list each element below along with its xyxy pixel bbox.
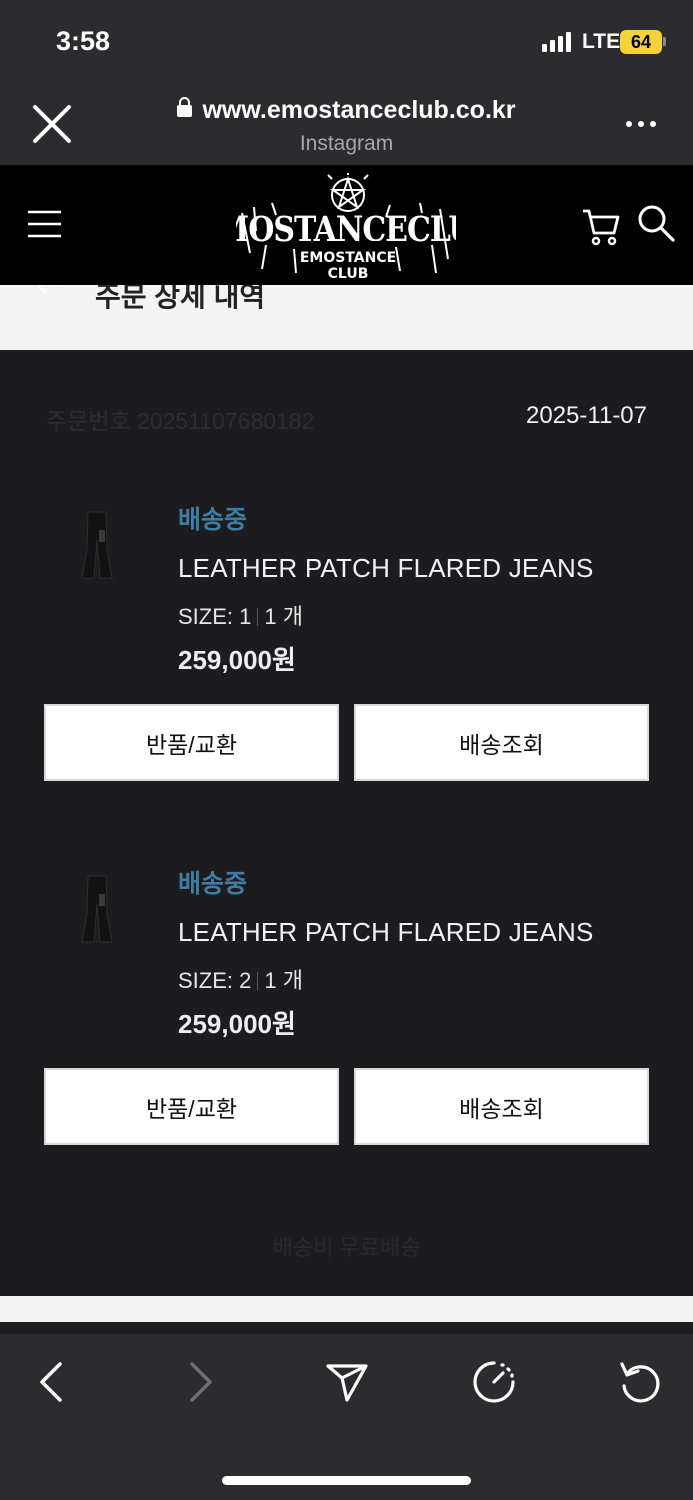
delivery-status: 배송중 [178,506,248,534]
shipping-fee-note: 배송비 무료배송 [272,1235,421,1260]
brand-logo[interactable]: EMOSTANCECLUB EMOSTANCE CLUB [236,173,456,281]
search-icon[interactable] [636,203,676,243]
section-divider [0,1296,693,1322]
product-qty: 1 개 [264,604,303,629]
url-text: www.emostanceclub.co.kr [202,96,516,124]
status-bar: 3:58 LTE 64 [0,0,693,86]
order-item: 배송중 LEATHER PATCH FLARED JEANS SIZE: 1 1 … [0,350,693,781]
back-arrow-icon[interactable] [34,285,66,305]
product-name[interactable]: LEATHER PATCH FLARED JEANS [178,917,594,948]
return-exchange-button[interactable]: 반품/교환 [44,1068,339,1145]
reload-icon[interactable] [618,1360,662,1404]
product-size: SIZE: 2 [178,968,252,993]
site-header: EMOSTANCECLUB EMOSTANCE CLUB [0,165,693,285]
product-name[interactable]: LEATHER PATCH FLARED JEANS [178,553,594,584]
cart-icon[interactable] [580,205,622,247]
lock-icon [177,97,193,117]
menu-icon[interactable] [27,209,62,239]
product-price: 259,000원 [178,645,296,675]
product-price: 259,000원 [178,1009,296,1039]
delivery-status: 배송중 [178,870,248,898]
divider [257,608,259,626]
home-indicator[interactable] [222,1476,471,1485]
more-icon[interactable] [625,120,657,128]
product-options: SIZE: 2 1 개 [178,963,303,995]
order-item: 배송중 LEATHER PATCH FLARED JEANS SIZE: 2 1 … [0,714,693,1145]
in-app-browser-bar: www.emostanceclub.co.kr Instagram [0,86,693,165]
back-icon[interactable] [30,1360,74,1404]
battery-icon: 64 [620,30,662,54]
product-thumbnail[interactable] [80,874,114,944]
signal-icon [542,32,571,52]
url-bar[interactable]: www.emostanceclub.co.kr [0,96,693,125]
order-card: 주문번호 20251107680182 2025-11-07 배송중 LEATH… [0,350,693,1296]
section-divider-dark [0,1322,693,1334]
share-icon[interactable] [325,1360,369,1404]
status-time: 3:58 [56,26,111,56]
product-size: SIZE: 1 [178,604,252,629]
svg-text:CLUB: CLUB [328,266,369,281]
divider [257,972,259,990]
forward-icon[interactable] [178,1360,222,1404]
speed-gauge-icon[interactable] [472,1360,516,1404]
track-delivery-button[interactable]: 배송조회 [354,1068,649,1145]
browser-source: Instagram [299,132,394,155]
svg-text:EMOSTANCE: EMOSTANCE [300,250,396,266]
page-title-bar: 주문 상세 내역 [0,285,693,350]
network-type: LTE [582,30,621,53]
battery-tip [663,37,666,46]
product-thumbnail[interactable] [80,510,114,580]
browser-toolbar [0,1334,693,1500]
product-qty: 1 개 [264,968,303,993]
page-title: 주문 상세 내역 [95,285,266,312]
product-options: SIZE: 1 1 개 [178,599,303,631]
